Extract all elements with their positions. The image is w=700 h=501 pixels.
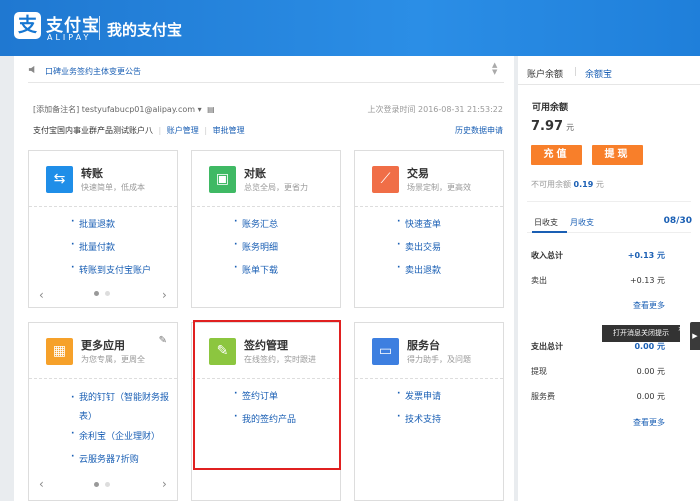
pager-dots xyxy=(91,291,113,296)
page-title[interactable]: 我的支付宝 xyxy=(107,19,182,40)
edit-icon[interactable]: ✎ xyxy=(159,335,167,346)
prev-arrow-icon[interactable]: ‹ xyxy=(39,477,44,491)
card-reconcile: ▣ 对账 总览全局，更省力 账务汇总 账务明细 账单下载 xyxy=(191,150,341,308)
apps-icon[interactable]: ▦ xyxy=(46,338,73,365)
view-more-link[interactable]: 查看更多 xyxy=(633,417,665,428)
card-title[interactable]: 服务台 xyxy=(407,337,440,353)
link-account-detail[interactable]: 账务明细 xyxy=(234,240,278,253)
income-total-value: +0.13 元 xyxy=(627,251,665,260)
logo-en-text: ALIPAY xyxy=(47,33,92,42)
dashed-divider xyxy=(192,206,340,207)
close-icon[interactable]: × xyxy=(676,325,685,334)
top-header: 支 支付宝 ALIPAY 我的支付宝 xyxy=(0,0,700,56)
approval-manage-link[interactable]: 审批管理 xyxy=(213,126,245,135)
link-invoice[interactable]: 发票申请 xyxy=(397,389,441,402)
service-icon[interactable]: ▭ xyxy=(372,338,399,365)
available-label: 可用余额 xyxy=(532,103,569,113)
card-service-desk: ▭ 服务台 得力助手，及问题 发票申请 技术支持 xyxy=(354,322,504,501)
view-more-link[interactable]: 查看更多 xyxy=(633,300,665,311)
notice-link[interactable]: 口碑业务签约主体变更公告 xyxy=(45,66,141,77)
link-quick-query[interactable]: 快速查单 xyxy=(397,217,441,230)
tab-monthly[interactable]: 月收支 xyxy=(570,217,594,228)
highlight-box xyxy=(193,320,341,470)
expense-total-label: 支出总计 xyxy=(531,342,563,351)
divider xyxy=(518,84,700,85)
tooltip: 打开消息关闭提示 xyxy=(602,325,680,342)
org-name: 支付宝国内事业群产品测试账户八 xyxy=(33,126,153,135)
recharge-button[interactable]: 充值 xyxy=(531,145,582,165)
tab-daily[interactable]: 日收支 xyxy=(534,217,558,228)
card-subtitle: 得力助手，及问题 xyxy=(407,355,471,364)
sold-value: +0.13 元 xyxy=(629,276,665,285)
add-remark-link[interactable]: [添加备注名] xyxy=(33,105,79,114)
tab-yuebao[interactable]: 余额宝 xyxy=(585,67,612,80)
link-dingding[interactable]: 我的钉钉（智能财务报表） xyxy=(71,389,171,427)
alipay-logo-icon[interactable]: 支 xyxy=(14,12,41,39)
dashed-divider xyxy=(355,206,503,207)
separator: | xyxy=(158,126,162,135)
unavailable-balance: 不可用余额 0.19 元 xyxy=(531,180,604,189)
date-label: 08/30 xyxy=(663,216,692,226)
reconcile-icon[interactable]: ▣ xyxy=(209,166,236,193)
transfer-icon[interactable]: ⇆ xyxy=(46,166,73,193)
card-title[interactable]: 更多应用 xyxy=(81,337,125,353)
next-arrow-icon[interactable]: › xyxy=(162,477,167,491)
feedback-sidebar-tab[interactable]: ▶ xyxy=(690,322,700,350)
balance-amount: 7.97 元 xyxy=(531,119,575,134)
speaker-icon xyxy=(28,65,35,74)
last-login-text: 上次登录时间 2016-08-31 21:53:22 xyxy=(367,105,503,114)
card-title[interactable]: 交易 xyxy=(407,165,429,181)
link-batch-refund[interactable]: 批量退款 xyxy=(71,217,115,230)
card-more-apps: ▦ 更多应用 为您专属，更周全 ✎ 我的钉钉（智能财务报表） 余利宝（企业理财）… xyxy=(28,322,178,501)
dashed-divider xyxy=(355,378,503,379)
prev-arrow-icon[interactable]: ‹ xyxy=(39,288,44,302)
dashed-divider xyxy=(29,378,177,379)
card-subtitle: 总览全局，更省力 xyxy=(244,183,308,192)
notice-scroll-arrows[interactable]: ▲ ▼ xyxy=(492,62,497,76)
link-sell-refund[interactable]: 卖出退款 xyxy=(397,263,441,276)
link-tech-support[interactable]: 技术支持 xyxy=(397,412,441,425)
link-transfer-alipay[interactable]: 转账到支付宝账户 xyxy=(71,263,151,276)
card-subtitle: 场景定制，更高效 xyxy=(407,183,471,192)
sold-label: 卖出 xyxy=(531,276,547,285)
withdraw-button[interactable]: 提现 xyxy=(592,145,643,165)
divider xyxy=(527,201,691,202)
active-tab-underline xyxy=(532,231,567,233)
link-batch-pay[interactable]: 批量付款 xyxy=(71,240,115,253)
account-email[interactable]: testyufabucp01@alipay.com xyxy=(82,105,195,114)
separator: | xyxy=(204,126,208,135)
account-line: [添加备注名] testyufabucp01@alipay.com ▾ ▤ xyxy=(33,104,215,115)
link-sell-trade[interactable]: 卖出交易 xyxy=(397,240,441,253)
dashed-divider xyxy=(29,206,177,207)
link-cloud-server[interactable]: 云服务器7折购 xyxy=(71,452,139,465)
expense-total-value: 0.00 元 xyxy=(634,342,665,351)
withdraw-row-value: 0.00 元 xyxy=(636,367,665,376)
withdraw-row-label: 提现 xyxy=(531,367,547,376)
chevron-down-icon[interactable]: ▾ xyxy=(198,105,202,114)
card-subtitle: 快速简单，低成本 xyxy=(81,183,145,192)
income-total-label: 收入总计 xyxy=(531,251,563,260)
link-account-summary[interactable]: 账务汇总 xyxy=(234,217,278,230)
card-subtitle: 为您专属，更周全 xyxy=(81,355,145,364)
fee-label: 服务费 xyxy=(531,392,555,401)
card-title[interactable]: 对账 xyxy=(244,165,266,181)
divider xyxy=(28,82,504,83)
card-title[interactable]: 转账 xyxy=(81,165,103,181)
card-icon[interactable]: ▤ xyxy=(207,105,215,114)
account-manage-link[interactable]: 账户管理 xyxy=(167,126,199,135)
separator: | xyxy=(574,67,578,77)
link-yulibao[interactable]: 余利宝（企业理财） xyxy=(71,429,160,442)
card-transfer: ⇆ 转账 快速简单，低成本 批量退款 批量付款 转账到支付宝账户 ‹ › xyxy=(28,150,178,308)
tab-balance[interactable]: 账户余额 xyxy=(527,67,563,80)
fee-value: 0.00 元 xyxy=(636,392,665,401)
trade-icon[interactable]: ⟋ xyxy=(372,166,399,193)
pager-dots xyxy=(91,482,113,487)
history-data-link[interactable]: 历史数据申请 xyxy=(455,125,503,136)
balance-sidebar: 账户余额 | 余额宝 可用余额 7.97 元 充值 提现 不可用余额 0.19 元… xyxy=(518,56,700,501)
next-arrow-icon[interactable]: › xyxy=(162,288,167,302)
link-bill-download[interactable]: 账单下载 xyxy=(234,263,278,276)
org-line: 支付宝国内事业群产品测试账户八 | 账户管理 | 审批管理 xyxy=(33,125,245,136)
header-divider xyxy=(99,16,100,40)
card-trade: ⟋ 交易 场景定制，更高效 快速查单 卖出交易 卖出退款 xyxy=(354,150,504,308)
